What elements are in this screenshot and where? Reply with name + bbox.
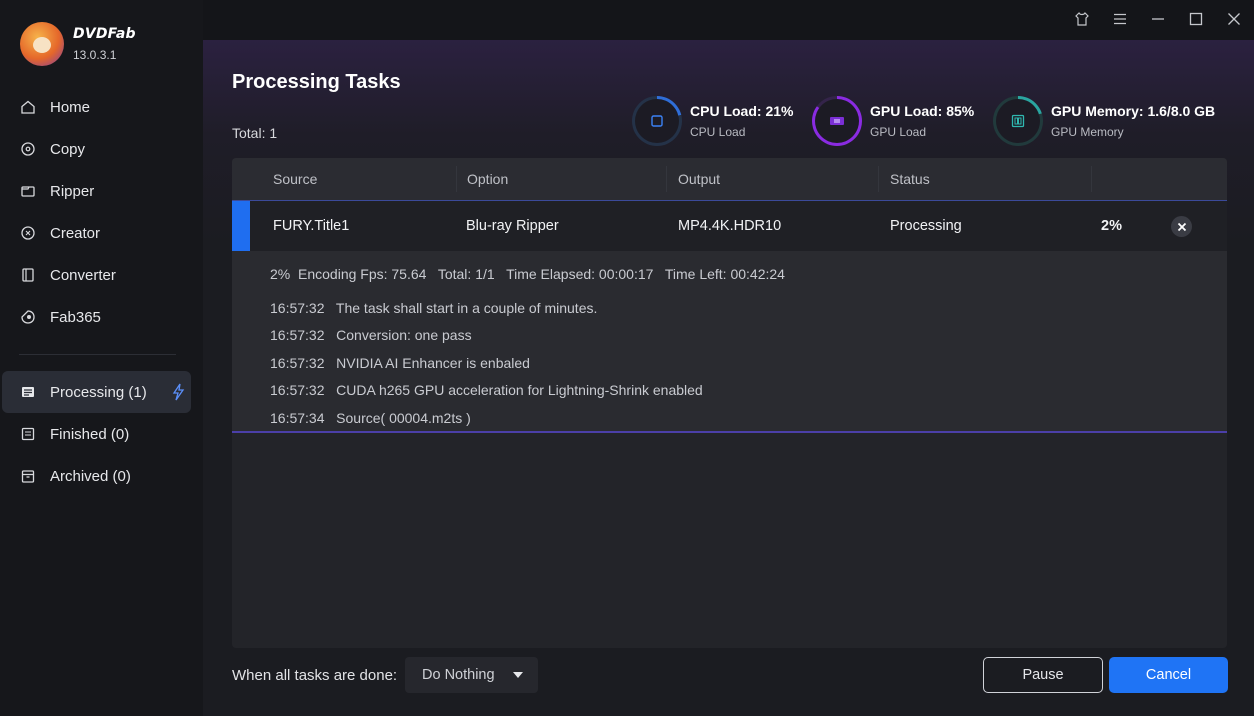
close-icon — [1177, 222, 1186, 231]
log-line: 16:57:34 Source( 00004.m2ts ) — [270, 410, 471, 426]
ripper-icon — [20, 183, 36, 199]
log-line: 16:57:32 Conversion: one pass — [270, 327, 472, 343]
memory-icon — [1011, 114, 1025, 128]
gpu-memory-stat: GPU Memory: 1.6/8.0 GB GPU Memory — [993, 96, 1215, 146]
table-header: Source Option Output Status — [232, 158, 1227, 200]
column-header-source[interactable]: Source — [273, 171, 317, 187]
close-icon[interactable] — [1225, 10, 1243, 28]
skin-icon[interactable] — [1073, 10, 1091, 28]
column-header-option[interactable]: Option — [467, 171, 508, 187]
row-status: Processing — [890, 218, 962, 234]
home-icon — [20, 99, 36, 115]
app-name: DVDFab — [73, 26, 136, 42]
task-table: Source Option Output Status FURY.Title1 … — [232, 158, 1227, 648]
title-bar — [203, 0, 1254, 40]
log-line: 16:57:32 NVIDIA AI Enhancer is enbaled — [270, 355, 530, 371]
main-panel: Processing Tasks Total: 1 CPU Load: 21% … — [203, 40, 1254, 716]
sidebar-item-copy[interactable]: Copy — [0, 128, 203, 170]
converter-icon — [20, 267, 36, 283]
row-source: FURY.Title1 — [273, 218, 350, 234]
gpu-memory-value: GPU Memory: 1.6/8.0 GB — [1051, 103, 1216, 119]
copy-icon — [20, 141, 36, 157]
sidebar-item-label: Finished (0) — [50, 425, 130, 443]
brand: DVDFab 13.0.3.1 — [20, 22, 136, 66]
cpu-icon — [651, 115, 663, 127]
row-output: MP4.4K.HDR10 — [678, 218, 782, 234]
cpu-load-ring — [632, 96, 682, 146]
log-line: 16:57:32 The task shall start in a coupl… — [270, 300, 598, 316]
processing-icon — [20, 384, 36, 400]
log-line: 16:57:32 CUDA h265 GPU acceleration for … — [270, 382, 703, 398]
sidebar-item-label: Copy — [50, 140, 86, 158]
sidebar-item-ripper[interactable]: Ripper — [0, 170, 203, 212]
column-divider — [878, 166, 879, 192]
main-nav: Home Copy Ripper Creator Converter Fab36… — [0, 86, 203, 338]
sidebar-item-finished[interactable]: Finished (0) — [0, 413, 203, 455]
cpu-load-value: CPU Load: 21% — [690, 103, 794, 119]
minimize-icon[interactable] — [1149, 10, 1167, 28]
sidebar-item-home[interactable]: Home — [0, 86, 203, 128]
creator-icon — [20, 225, 36, 241]
gpu-icon — [830, 117, 844, 125]
finished-icon — [20, 426, 36, 442]
sidebar-item-processing[interactable]: Processing (1) — [2, 371, 191, 413]
pause-button[interactable]: Pause — [983, 657, 1103, 693]
app-logo — [20, 22, 64, 66]
gpu-load-label: GPU Load — [870, 125, 927, 139]
archived-icon — [20, 468, 36, 484]
task-detail-panel: 2% Encoding Fps: 75.64 Total: 1/1 Time E… — [232, 251, 1227, 433]
column-header-output[interactable]: Output — [678, 171, 720, 187]
page-title: Processing Tasks — [232, 71, 401, 93]
fab365-icon — [20, 309, 36, 325]
sidebar-item-label: Fab365 — [50, 308, 101, 326]
sidebar-item-fab365[interactable]: Fab365 — [0, 296, 203, 338]
sidebar-item-label: Ripper — [50, 182, 95, 200]
sidebar-divider — [19, 354, 176, 355]
app-version: 13.0.3.1 — [73, 48, 117, 62]
row-progress-percent: 2% — [1101, 218, 1122, 234]
cpu-load-stat: CPU Load: 21% CPU Load — [632, 96, 793, 146]
lightning-icon — [172, 383, 185, 401]
gpu-load-ring — [812, 96, 862, 146]
cancel-button[interactable]: Cancel — [1109, 657, 1228, 693]
gpu-memory-label: GPU Memory — [1051, 125, 1124, 139]
sidebar: DVDFab 13.0.3.1 Home Copy Ripper Creator… — [0, 0, 203, 716]
task-nav: Processing (1) Finished (0) Archived (0) — [0, 371, 203, 497]
gpu-load-value: GPU Load: 85% — [870, 103, 975, 119]
gpu-load-stat: GPU Load: 85% GPU Load — [812, 96, 974, 146]
completion-action-label: When all tasks are done: — [232, 667, 398, 684]
menu-icon[interactable] — [1111, 10, 1129, 28]
sidebar-item-label: Creator — [50, 224, 101, 242]
row-option: Blu-ray Ripper — [466, 218, 559, 234]
sidebar-item-label: Processing (1) — [50, 383, 147, 401]
sidebar-item-label: Converter — [50, 266, 116, 284]
completion-action-select[interactable]: Do Nothing — [405, 657, 538, 693]
column-divider — [456, 166, 457, 192]
gpu-memory-ring — [993, 96, 1043, 146]
column-divider — [666, 166, 667, 192]
total-count: Total: 1 — [232, 125, 278, 141]
table-row[interactable]: FURY.Title1 Blu-ray Ripper MP4.4K.HDR10 … — [232, 200, 1227, 251]
progress-summary: 2% Encoding Fps: 75.64 Total: 1/1 Time E… — [270, 266, 785, 282]
column-divider — [1091, 166, 1092, 192]
remove-task-button[interactable] — [1171, 216, 1192, 237]
column-header-status[interactable]: Status — [890, 171, 930, 187]
cpu-load-label: CPU Load — [690, 125, 746, 139]
row-selection-indicator — [232, 201, 250, 251]
select-value: Do Nothing — [422, 667, 495, 683]
maximize-icon[interactable] — [1187, 10, 1205, 28]
sidebar-item-creator[interactable]: Creator — [0, 212, 203, 254]
sidebar-item-converter[interactable]: Converter — [0, 254, 203, 296]
sidebar-item-label: Home — [50, 98, 91, 116]
sidebar-item-archived[interactable]: Archived (0) — [0, 455, 203, 497]
chevron-down-icon — [513, 672, 523, 678]
sidebar-item-label: Archived (0) — [50, 467, 131, 485]
